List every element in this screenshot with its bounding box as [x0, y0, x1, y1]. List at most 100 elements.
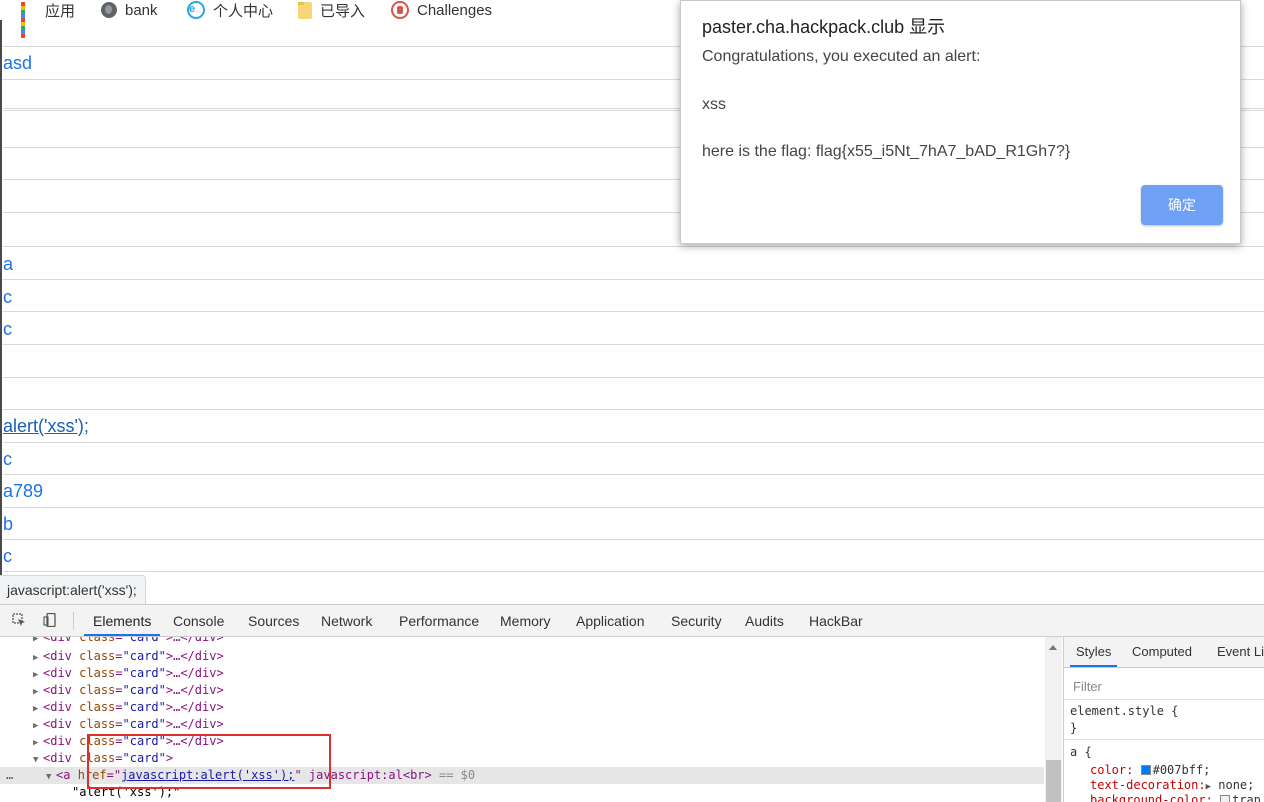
tab-hackbar[interactable]: HackBar — [809, 605, 863, 636]
attr-value: "card" — [122, 637, 166, 644]
row-menu-icon[interactable]: … — [6, 767, 13, 784]
card-link[interactable]: c — [3, 319, 12, 340]
tab-console[interactable]: Console — [173, 605, 224, 636]
tag-name: div — [50, 700, 72, 714]
dom-node-card-expanded[interactable]: ▼ <div class="card"> — [0, 750, 1044, 767]
styles-divider — [1064, 739, 1264, 740]
attr-name: class — [79, 734, 116, 748]
card-divider — [3, 409, 1264, 410]
bookmark-challenges[interactable]: Challenges — [391, 0, 492, 20]
dom-node-card[interactable]: ▶ <div class="card">…</div> — [0, 682, 1044, 699]
rule-selector: a { — [1070, 745, 1092, 759]
card-link[interactable]: c — [3, 287, 12, 308]
bookmark-label: 应用 — [45, 2, 76, 20]
bookmark-label: 个人中心 — [213, 2, 274, 20]
tag-name: div — [50, 683, 72, 697]
attr-eq: = — [115, 666, 123, 680]
property-name: text-decoration: — [1090, 778, 1206, 792]
device-toolbar-icon[interactable] — [43, 613, 57, 627]
globe-icon — [101, 2, 117, 18]
bookmark-personal-center[interactable]: e 个人中心 — [187, 0, 273, 20]
tab-elements[interactable]: Elements — [84, 605, 161, 636]
tag-name: div — [50, 637, 72, 644]
bookmark-label: bank — [125, 1, 158, 19]
tag-name: a — [63, 768, 71, 782]
dom-node-card[interactable]: ▶ <div class="card">…</div> — [0, 648, 1044, 665]
card-link[interactable]: c — [3, 546, 12, 567]
card-link[interactable]: asd — [3, 53, 32, 74]
collapsed-suffix: …</div> — [173, 637, 224, 644]
expand-triangle-icon[interactable]: ▶ — [1206, 782, 1211, 792]
bookmark-imported[interactable]: 已导入 — [298, 0, 365, 20]
card-divider — [3, 507, 1264, 508]
styles-pane: Styles Computed Event Li Filter element.… — [1063, 637, 1264, 802]
collapsed-suffix: …</div> — [173, 666, 224, 680]
dom-node-card[interactable]: ▶ <div class="card">…</div> — [0, 665, 1044, 682]
dom-node-card[interactable]: ▶ <div class="card">…</div> — [0, 699, 1044, 716]
toolbar-separator — [73, 612, 74, 630]
bookmark-bank[interactable]: bank — [101, 0, 158, 20]
attr-name: class — [79, 637, 116, 644]
tab-network[interactable]: Network — [321, 605, 372, 636]
ok-button[interactable]: 确定 — [1141, 185, 1223, 225]
dialog-flag-message: here is the flag: flag{x55_i5Nt_7hA7_bAD… — [702, 143, 1071, 160]
collapsed-suffix: …</div> — [173, 734, 224, 748]
style-property-color[interactable]: color: #007bff; — [1090, 763, 1210, 777]
dom-text-node[interactable]: "alert('xss');" — [0, 784, 1044, 801]
bookmark-apps[interactable]: 应用 — [21, 0, 76, 38]
color-swatch-icon[interactable] — [1140, 765, 1151, 775]
scroll-up-arrow-icon[interactable] — [1049, 645, 1057, 650]
expand-triangle-icon[interactable]: ▶ — [33, 637, 43, 648]
card-divider — [3, 442, 1264, 443]
tab-styles[interactable]: Styles — [1070, 637, 1118, 667]
tab-sources[interactable]: Sources — [248, 605, 299, 636]
devtools-panel: Elements Console Sources Network Perform… — [0, 604, 1264, 802]
br-tag: <br> — [402, 768, 432, 782]
dom-node-card[interactable]: ▶ <div class="card">…</div> — [0, 637, 1044, 646]
dom-node-card[interactable]: ▶ <div class="card">…</div> — [0, 733, 1044, 750]
attr-value: "card" — [122, 751, 166, 765]
tab-event-listeners[interactable]: Event Li — [1217, 637, 1264, 667]
text-node-value: "alert('xss');" — [72, 785, 181, 799]
inspect-element-icon[interactable] — [12, 613, 26, 627]
dom-node-anchor-selected[interactable]: … ▼ <a href="javascript:alert('xss');" ja… — [0, 767, 1044, 784]
attr-eq: = — [115, 717, 123, 731]
dollar0-marker: == $0 — [438, 768, 476, 782]
dom-scrollbar-thumb[interactable] — [1046, 760, 1061, 802]
card-divider — [3, 311, 1264, 312]
tag-name: div — [50, 751, 72, 765]
card-divider — [3, 571, 1264, 572]
card-link[interactable]: a — [3, 254, 13, 275]
tab-memory[interactable]: Memory — [500, 605, 551, 636]
attr-name: class — [79, 751, 116, 765]
style-property-text-decoration[interactable]: text-decoration:▶ none; — [1090, 778, 1254, 792]
dialog-message: Congratulations, you executed an alert: — [702, 48, 981, 65]
styles-filter-input[interactable]: Filter — [1073, 679, 1102, 694]
attr-eq: = — [115, 734, 123, 748]
tab-security[interactable]: Security — [671, 605, 722, 636]
tab-performance[interactable]: Performance — [399, 605, 479, 636]
dom-node-card[interactable]: ▶ <div class="card">…</div> — [0, 716, 1044, 733]
tab-computed[interactable]: Computed — [1132, 637, 1192, 667]
apps-grid-icon — [21, 2, 37, 38]
attr-name: class — [79, 700, 116, 714]
card-divider — [3, 377, 1264, 378]
styles-divider — [1064, 699, 1264, 700]
card-link[interactable]: a789 — [3, 481, 43, 502]
rule-close-brace: } — [1070, 721, 1078, 735]
tab-audits[interactable]: Audits — [745, 605, 784, 636]
property-value: none; — [1218, 778, 1255, 792]
card-divider — [3, 474, 1264, 475]
href-value-link[interactable]: javascript:alert('xss'); — [121, 768, 294, 782]
card-link[interactable]: c — [3, 449, 12, 470]
tab-application[interactable]: Application — [576, 605, 645, 636]
page-left-border — [0, 20, 2, 604]
xss-link[interactable]: alert('xss'); — [3, 416, 89, 437]
seal-icon — [391, 1, 409, 19]
tag-name: div — [50, 649, 72, 663]
dialog-message: xss — [702, 96, 726, 113]
bookmark-label: Challenges — [417, 1, 493, 19]
card-link[interactable]: b — [3, 514, 13, 535]
attr-value: "card" — [122, 717, 166, 731]
attr-name: class — [79, 717, 116, 731]
